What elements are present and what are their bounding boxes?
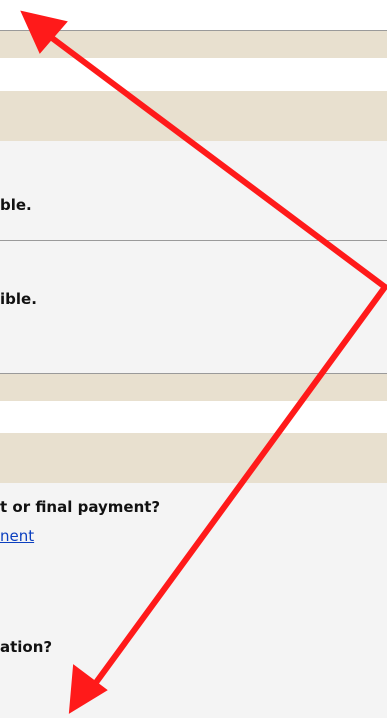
- arrow-shaft: [89, 284, 387, 691]
- row-text: ble.: [0, 196, 32, 214]
- section-header-bar: [0, 31, 387, 58]
- question-text: t or final payment?: [0, 498, 161, 516]
- question-text: ation?: [0, 638, 53, 656]
- section-header-bar: [0, 374, 387, 401]
- section-row: [0, 401, 387, 433]
- section-row: [0, 58, 387, 91]
- section-header-bar: [0, 433, 387, 483]
- row-text: ible.: [0, 290, 37, 308]
- section-header-bar: [0, 91, 387, 141]
- answer-link[interactable]: nent: [0, 527, 34, 545]
- arrowhead-icon: [68, 664, 108, 714]
- top-strip: [0, 0, 387, 30]
- divider: [0, 240, 387, 241]
